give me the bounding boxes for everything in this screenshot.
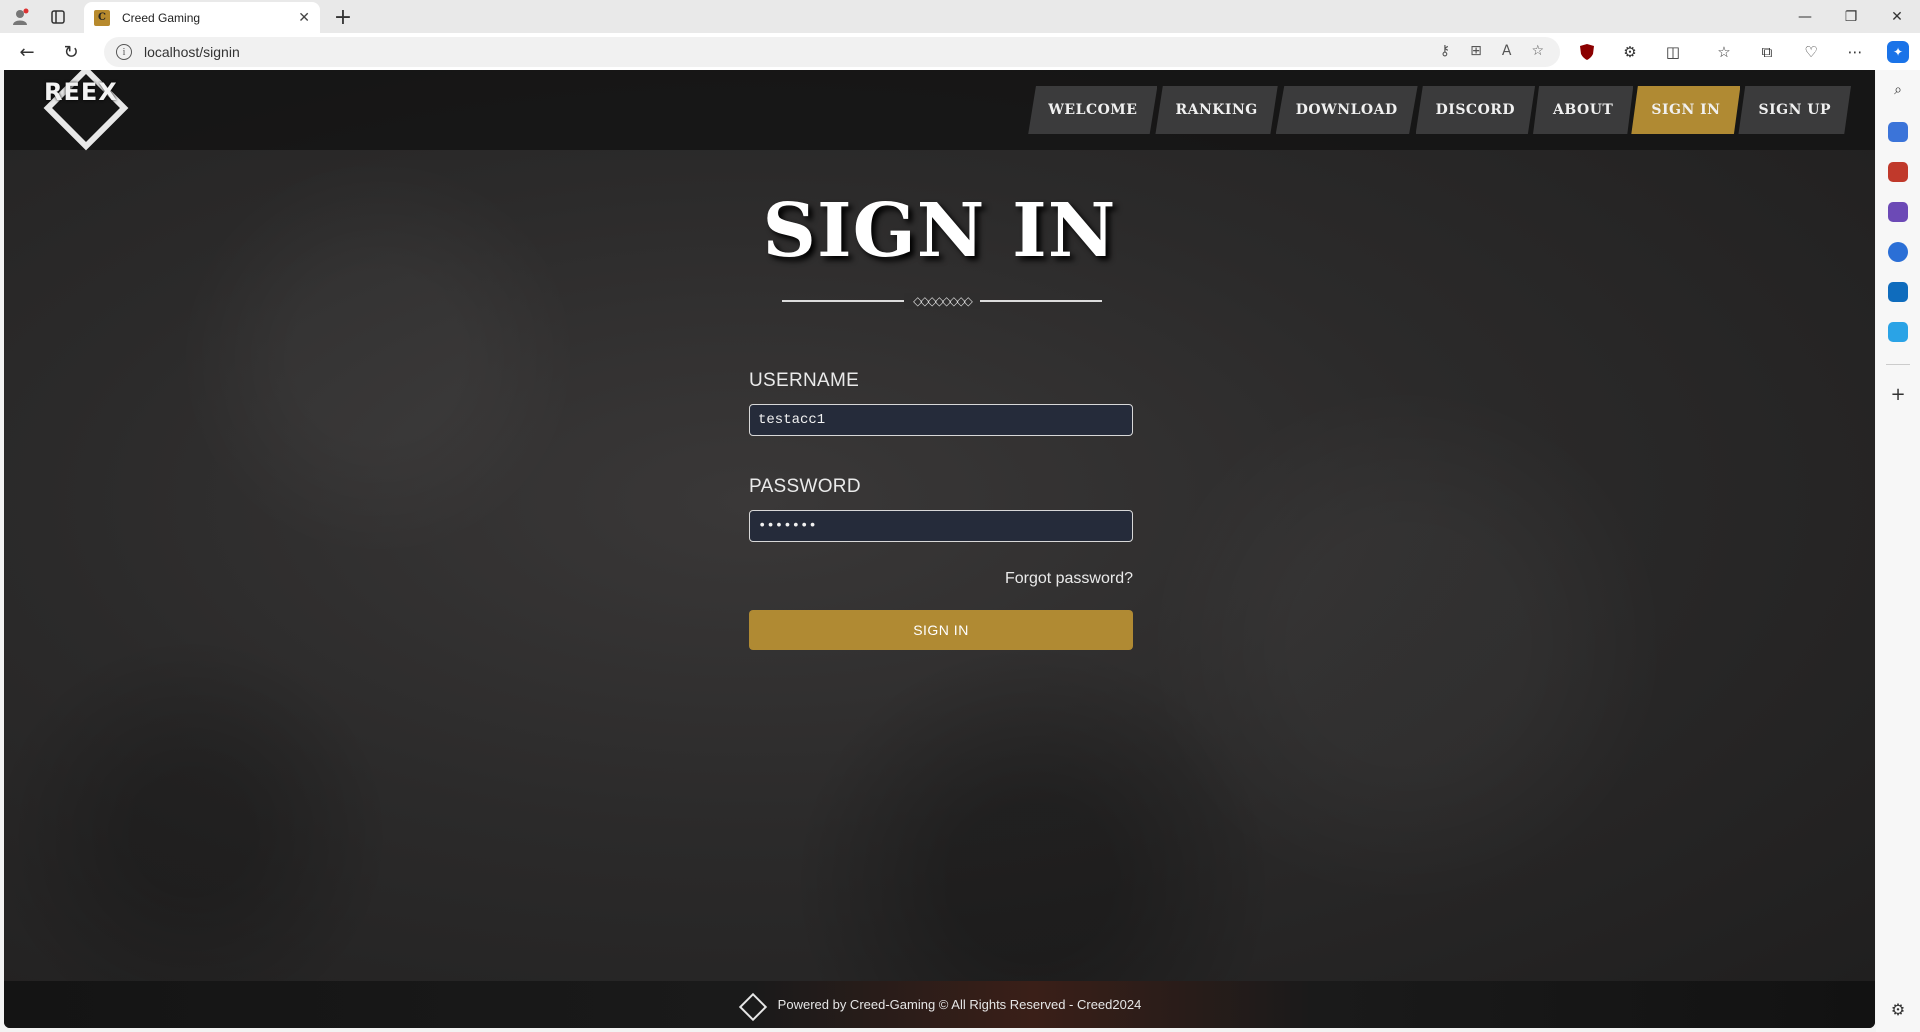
ublock-extension-icon[interactable]: [1576, 41, 1598, 63]
footer-logo-icon: [738, 992, 764, 1018]
divider-ornament-icon: ◇◇◇◇◇◇◇◇: [904, 293, 980, 309]
logo-text: REEX: [44, 78, 118, 106]
minimize-icon[interactable]: —: [1782, 0, 1828, 33]
tab-actions-icon[interactable]: [46, 5, 70, 29]
password-input[interactable]: •••••••: [749, 510, 1133, 542]
search-icon[interactable]: ⌕: [1888, 82, 1908, 102]
add-sidebar-app-icon[interactable]: +: [1888, 386, 1908, 406]
restore-icon[interactable]: ❐: [1828, 0, 1874, 33]
tab-title: Creed Gaming: [122, 10, 201, 25]
sidebar-divider: [1886, 364, 1910, 365]
split-screen-icon[interactable]: ◫: [1662, 41, 1684, 63]
forgot-password-link[interactable]: Forgot password?: [749, 570, 1133, 588]
address-bar[interactable]: i localhost/signin ⚷ ⊞ A ☆: [104, 37, 1560, 67]
read-aloud-icon[interactable]: A: [1502, 43, 1512, 59]
nav-discord[interactable]: DISCORD: [1415, 86, 1536, 134]
games-icon[interactable]: [1888, 202, 1908, 222]
copilot-icon[interactable]: ✦: [1887, 41, 1909, 63]
collections-icon[interactable]: ⧉: [1756, 41, 1778, 63]
outlook-icon[interactable]: [1888, 282, 1908, 302]
nav-sign-in[interactable]: SIGN IN: [1631, 86, 1741, 134]
site-info-icon[interactable]: i: [116, 44, 132, 60]
shopping-tag-icon[interactable]: [1888, 122, 1908, 142]
site-footer: Powered by Creed-Gaming © All Rights Res…: [4, 981, 1875, 1028]
nav-about[interactable]: ABOUT: [1533, 86, 1634, 134]
favicon-icon: C: [94, 9, 110, 26]
tools-briefcase-icon[interactable]: [1888, 162, 1908, 182]
site-logo[interactable]: REEX: [22, 70, 132, 151]
microsoft365-icon[interactable]: [1888, 242, 1908, 262]
username-label: USERNAME: [749, 370, 860, 391]
extensions-icon[interactable]: ⚙: [1619, 41, 1641, 63]
browser-toolbar: ← ↻ i localhost/signin ⚷ ⊞ A ☆ ⚙ ◫ ☆ ⧉ ♡…: [0, 33, 1920, 70]
browser-tab-active[interactable]: C Creed Gaming ✕: [84, 2, 320, 33]
profile-icon[interactable]: [8, 5, 32, 29]
app-available-icon[interactable]: ⊞: [1470, 43, 1482, 59]
nav-download[interactable]: DOWNLOAD: [1275, 86, 1418, 134]
nav-welcome[interactable]: WELCOME: [1028, 86, 1158, 134]
page-title: SIGN IN: [762, 188, 1117, 274]
edge-sidebar: ⌕ + ⚙: [1876, 70, 1920, 1032]
back-icon[interactable]: ←: [14, 40, 40, 64]
browser-tab-bar: C Creed Gaming ✕ + — ❐ ✕: [0, 0, 1920, 33]
footer-text: Powered by Creed-Gaming © All Rights Res…: [777, 997, 1142, 1012]
more-menu-icon[interactable]: ⋯: [1844, 41, 1866, 63]
site-header: REEX WELCOME RANKING DOWNLOAD DISCORD AB…: [4, 70, 1875, 151]
sign-in-button[interactable]: SIGN IN: [749, 610, 1133, 650]
reload-icon[interactable]: ↻: [58, 40, 84, 64]
nav-ranking[interactable]: RANKING: [1155, 86, 1278, 134]
drop-icon[interactable]: [1888, 322, 1908, 342]
favorites-icon[interactable]: ☆: [1713, 41, 1735, 63]
url-text: localhost/signin: [144, 44, 240, 60]
close-window-icon[interactable]: ✕: [1874, 0, 1920, 33]
sign-in-form: USERNAME testacc1 PASSWORD ••••••• Forgo…: [749, 370, 1137, 650]
main-nav: WELCOME RANKING DOWNLOAD DISCORD ABOUT S…: [1028, 86, 1851, 134]
title-divider: ◇◇◇◇◇◇◇◇: [782, 293, 1102, 309]
sidebar-settings-icon[interactable]: ⚙: [1888, 1000, 1908, 1020]
website-viewport: REEX WELCOME RANKING DOWNLOAD DISCORD AB…: [4, 70, 1875, 1028]
tab-close-icon[interactable]: ✕: [298, 10, 310, 26]
password-label: PASSWORD: [749, 476, 861, 497]
favorite-star-icon[interactable]: ☆: [1531, 43, 1544, 59]
new-tab-icon[interactable]: +: [330, 4, 356, 30]
nav-sign-up[interactable]: SIGN UP: [1738, 86, 1851, 134]
username-input[interactable]: testacc1: [749, 404, 1133, 436]
password-key-icon[interactable]: ⚷: [1440, 43, 1450, 59]
browser-essentials-icon[interactable]: ♡: [1800, 41, 1822, 63]
